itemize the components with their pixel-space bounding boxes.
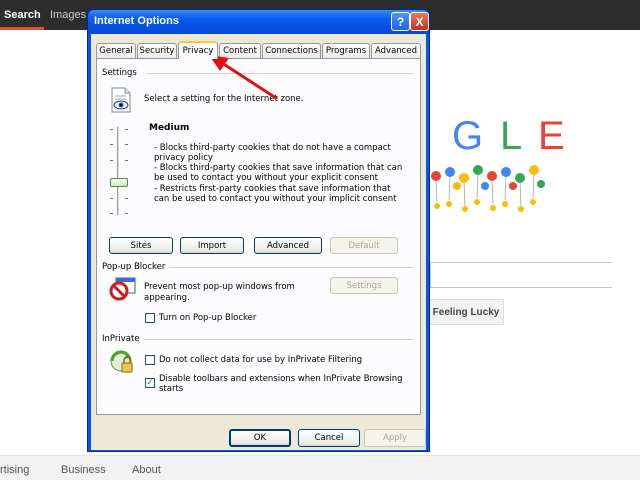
inprivate-group-label: InPrivate (102, 334, 144, 344)
active-nav-underline (0, 27, 44, 30)
tab-content[interactable]: Content (219, 43, 261, 58)
privacy-slider-thumb[interactable] (110, 178, 128, 187)
settings-group-divider (147, 73, 413, 74)
slider-tick (110, 213, 113, 214)
internet-options-dialog: Internet Options ? X General Security Pr… (87, 9, 430, 452)
inprivate-group-divider (143, 339, 413, 340)
slider-tick (125, 213, 128, 214)
popup-group-divider (161, 267, 413, 268)
advanced-button[interactable]: Advanced (254, 237, 322, 254)
help-button[interactable]: ? (391, 12, 410, 31)
default-button[interactable]: Default (330, 237, 398, 254)
slider-tick (110, 198, 113, 199)
popup-settings-button[interactable]: Settings (330, 277, 398, 294)
checkmark-icon: ✓ (146, 378, 154, 388)
privacy-description-line: - Blocks third-party cookies that save i… (154, 163, 403, 173)
tab-security[interactable]: Security (137, 43, 177, 58)
footer-link-advertising[interactable]: rtising (0, 464, 29, 476)
inprivate-filtering-checkbox-label[interactable]: Do not collect data for use by InPrivate… (159, 355, 362, 366)
slider-tick (110, 160, 113, 161)
settings-instruction: Select a setting for the Internet zone. (144, 94, 304, 104)
privacy-tab-panel: Settings Select a setting for the Intern… (96, 58, 421, 415)
logo-letter-g: G (452, 114, 484, 158)
tab-connections[interactable]: Connections (262, 43, 321, 58)
privacy-description-line: - Restricts first-party cookies that sav… (154, 184, 391, 194)
disable-toolbars-checkbox-label-line-1[interactable]: Disable toolbars and extensions when InP… (159, 374, 403, 385)
slider-tick (125, 144, 128, 145)
slider-tick (110, 129, 113, 130)
slider-tick (125, 160, 128, 161)
privacy-document-eye-icon (111, 87, 131, 113)
dialog-title: Internet Options (94, 15, 179, 27)
slider-tick (125, 198, 128, 199)
logo-letter-e: E (538, 114, 565, 158)
doodle-balloons (431, 165, 545, 212)
popup-blocker-icon (109, 277, 136, 301)
disable-toolbars-checkbox-label-line-2[interactable]: starts (159, 384, 183, 395)
dialog-title-bar[interactable]: Internet Options ? X (88, 10, 429, 34)
page-footer: rtising Business About (0, 455, 640, 480)
apply-button[interactable]: Apply (364, 429, 426, 447)
nav-images[interactable]: Images (50, 9, 86, 21)
popup-description-line-1: Prevent most pop-up windows from (144, 282, 295, 292)
close-button[interactable]: X (410, 12, 429, 31)
tab-programs[interactable]: Programs (322, 43, 370, 58)
search-input[interactable] (430, 262, 612, 288)
dialog-client-area: General Security Privacy Content Connect… (91, 34, 426, 450)
nav-search[interactable]: Search (4, 9, 41, 21)
footer-link-about[interactable]: About (132, 464, 161, 476)
inprivate-icon (110, 350, 133, 373)
tab-advanced[interactable]: Advanced (371, 43, 421, 58)
disable-toolbars-checkbox[interactable]: ✓ (145, 378, 155, 388)
privacy-slider-track[interactable] (117, 127, 120, 215)
popup-group-label: Pop-up Blocker (102, 262, 170, 272)
close-icon: X (415, 14, 424, 29)
privacy-description-line: privacy policy (154, 153, 213, 163)
slider-tick (125, 129, 128, 130)
privacy-level: Medium (149, 123, 190, 133)
help-icon: ? (396, 14, 405, 29)
popup-blocker-checkbox[interactable] (145, 313, 155, 323)
popup-blocker-checkbox-label[interactable]: Turn on Pop-up Blocker (159, 313, 256, 324)
tab-general[interactable]: General (96, 43, 136, 58)
logo-letter-l: L (500, 114, 523, 158)
import-button[interactable]: Import (180, 237, 244, 254)
popup-description-line-2: appearing. (144, 293, 190, 303)
sites-button[interactable]: Sites (109, 237, 173, 254)
privacy-description-line: can be used to contact you without your … (154, 194, 397, 204)
feeling-lucky-button[interactable]: Feeling Lucky (428, 299, 504, 325)
tab-privacy[interactable]: Privacy (178, 41, 218, 59)
tab-strip: General Security Privacy Content Connect… (96, 41, 426, 59)
privacy-description-line: be used to contact you without your expl… (154, 173, 378, 183)
footer-link-business[interactable]: Business (61, 464, 106, 476)
privacy-description-line: - Blocks third-party cookies that do not… (154, 143, 391, 153)
slider-tick (110, 144, 113, 145)
cancel-button[interactable]: Cancel (298, 429, 360, 447)
ok-button[interactable]: OK (229, 429, 291, 447)
inprivate-filtering-checkbox[interactable] (145, 355, 155, 365)
settings-group-label: Settings (102, 68, 141, 78)
